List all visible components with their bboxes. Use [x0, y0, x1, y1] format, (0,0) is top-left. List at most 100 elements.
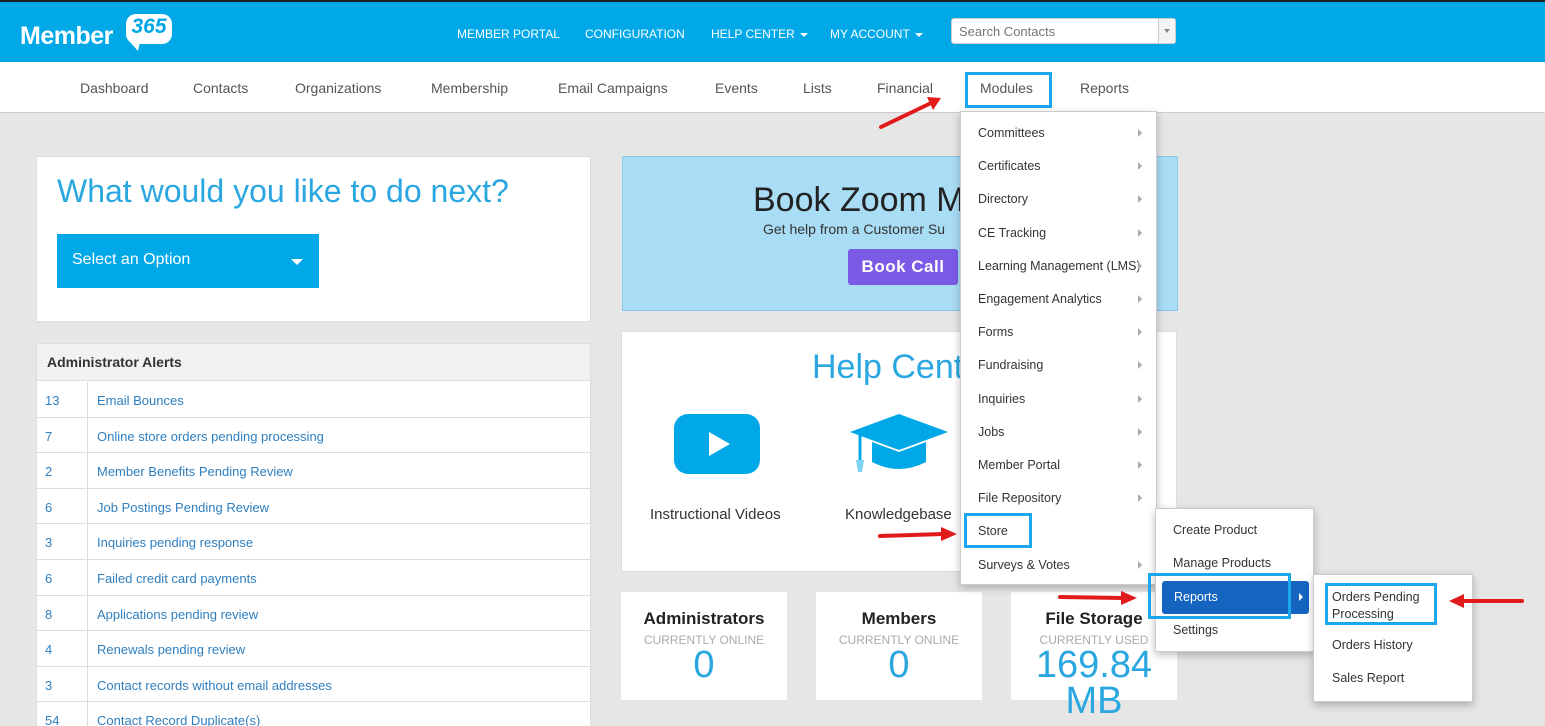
column-divider	[87, 560, 88, 595]
menu-item-inquiries[interactable]: Inquiries	[961, 383, 1156, 416]
menu-item-forms[interactable]: Forms	[961, 316, 1156, 349]
store-highlight-box	[964, 513, 1032, 548]
chevron-right-icon	[1299, 592, 1303, 601]
knowledgebase-link[interactable]: Knowledgebase	[845, 506, 952, 523]
nav-member-portal[interactable]: MEMBER PORTAL	[457, 27, 560, 41]
tab-membership[interactable]: Membership	[431, 80, 508, 96]
alert-link[interactable]: Online store orders pending processing	[97, 429, 324, 444]
stat-value: 0	[693, 644, 715, 686]
menu-item-label: Manage Products	[1173, 556, 1271, 571]
next-action-card: What would you like to do next? Select a…	[36, 156, 591, 322]
tab-contacts[interactable]: Contacts	[193, 80, 248, 96]
alert-link[interactable]: Failed credit card payments	[97, 571, 257, 586]
menu-item-jobs[interactable]: Jobs	[961, 416, 1156, 449]
alert-row[interactable]: 3 Contact records without email addresses	[37, 666, 590, 703]
graduation-cap-icon[interactable]	[848, 412, 950, 476]
annotation-arrow-icon	[879, 97, 941, 129]
menu-item-certificates[interactable]: Certificates	[961, 150, 1156, 183]
chevron-down-icon	[291, 259, 303, 265]
alert-link[interactable]: Member Benefits Pending Review	[97, 464, 293, 479]
modules-highlight-box	[965, 72, 1052, 108]
instructional-videos-link[interactable]: Instructional Videos	[650, 506, 781, 523]
alert-link[interactable]: Contact records without email addresses	[97, 678, 332, 693]
menu-item-file-repository[interactable]: File Repository	[961, 482, 1156, 515]
menu-item-ce-tracking[interactable]: CE Tracking	[961, 217, 1156, 250]
menu-item-surveys-votes[interactable]: Surveys & Votes	[961, 549, 1156, 582]
alert-link[interactable]: Renewals pending review	[97, 642, 245, 657]
menu-item-committees[interactable]: Committees	[961, 117, 1156, 150]
alert-row[interactable]: 2 Member Benefits Pending Review	[37, 453, 590, 489]
chevron-right-icon	[1138, 361, 1142, 370]
zoom-banner-subtitle: Get help from a Customer Su	[763, 221, 946, 237]
search-contacts	[951, 18, 1176, 44]
nav-configuration[interactable]: CONFIGURATION	[585, 27, 685, 41]
menu-item-label: Committees	[978, 126, 1045, 140]
menu-item-label: Learning Management (LMS)	[978, 258, 1141, 273]
menu-item-directory[interactable]: Directory	[961, 183, 1156, 216]
nav-help-center[interactable]: HELP CENTER	[711, 27, 808, 41]
alert-row[interactable]: 54 Contact Record Duplicate(s)	[37, 702, 590, 726]
chevron-right-icon	[1138, 228, 1142, 237]
menu-item-engagement-analytics[interactable]: Engagement Analytics	[961, 283, 1156, 316]
menu-item-create-product[interactable]: Create Product	[1156, 514, 1313, 547]
menu-item-label: Forms	[978, 325, 1014, 340]
orders-pending-highlight-box	[1325, 583, 1437, 625]
help-center-title: Help Cente	[812, 348, 983, 386]
alert-link[interactable]: Email Bounces	[97, 393, 184, 408]
stat-title: Members	[861, 609, 937, 628]
alert-row[interactable]: 4 Renewals pending review	[37, 631, 590, 667]
alert-row[interactable]: 6 Job Postings Pending Review	[37, 488, 590, 525]
alert-link[interactable]: Applications pending review	[97, 607, 258, 622]
menu-item-orders-history[interactable]: Orders History	[1314, 638, 1472, 652]
select-option-label: Select an Option	[72, 251, 191, 268]
menu-item-label: Jobs	[978, 424, 1005, 439]
alert-row[interactable]: 6 Failed credit card payments	[37, 560, 590, 596]
search-input[interactable]	[952, 19, 1159, 43]
alert-count: 3	[45, 677, 53, 693]
column-divider	[87, 453, 88, 488]
alert-count: 2	[45, 464, 53, 480]
stat-title: Administrators	[643, 609, 765, 628]
administrators-stat: Administrators CURRENTLY ONLINE 0	[621, 592, 787, 700]
menu-item-label: CE Tracking	[978, 225, 1047, 240]
play-icon[interactable]	[674, 414, 760, 474]
alert-link[interactable]: Contact Record Duplicate(s)	[97, 713, 260, 726]
chevron-right-icon	[1138, 461, 1142, 469]
alert-count: 4	[45, 642, 53, 658]
tab-events[interactable]: Events	[715, 80, 758, 96]
menu-item-label: Surveys & Votes	[978, 557, 1070, 572]
members-stat: Members CURRENTLY ONLINE 0	[816, 592, 982, 700]
reports-highlight-box	[1148, 573, 1291, 619]
select-option-dropdown[interactable]: Select an Option	[57, 234, 319, 288]
chevron-right-icon	[1138, 295, 1142, 303]
menu-item-fundraising[interactable]: Fundraising	[961, 349, 1156, 382]
alert-link[interactable]: Job Postings Pending Review	[97, 500, 269, 515]
menu-item-label: Certificates	[978, 159, 1041, 174]
alert-count: 54	[45, 713, 60, 726]
nav-my-account[interactable]: MY ACCOUNT	[830, 27, 923, 41]
menu-item-member-portal[interactable]: Member Portal	[961, 449, 1156, 482]
book-call-button[interactable]: Book Call	[848, 249, 958, 285]
tab-organizations[interactable]: Organizations	[295, 80, 381, 96]
main-nav-bar: Dashboard Contacts Organizations Members…	[0, 62, 1545, 113]
alert-link[interactable]: Inquiries pending response	[97, 535, 253, 550]
tab-dashboard[interactable]: Dashboard	[80, 80, 149, 96]
alert-row[interactable]: 3 Inquiries pending response	[37, 524, 590, 560]
menu-item-learning-management-lms[interactable]: Learning Management (LMS)	[961, 250, 1156, 283]
chevron-right-icon	[1138, 494, 1142, 503]
search-dropdown-icon[interactable]	[1158, 19, 1175, 43]
alert-count: 6	[45, 499, 53, 515]
column-divider	[87, 666, 88, 702]
tab-lists[interactable]: Lists	[803, 80, 832, 96]
tab-email-campaigns[interactable]: Email Campaigns	[558, 80, 668, 96]
tab-reports[interactable]: Reports	[1080, 80, 1129, 96]
top-header-bar: Member 365 MEMBER PORTAL CONFIGURATION H…	[0, 0, 1545, 62]
chevron-right-icon	[1138, 427, 1142, 436]
alert-row[interactable]: 13 Email Bounces	[37, 382, 590, 418]
alert-row[interactable]: 7 Online store orders pending processing	[37, 417, 590, 454]
annotation-arrow-icon	[1449, 594, 1524, 608]
nav-help-center-label: HELP CENTER	[711, 27, 795, 41]
menu-item-label: Settings	[1173, 622, 1219, 637]
menu-item-sales-report[interactable]: Sales Report	[1314, 671, 1472, 685]
alert-row[interactable]: 8 Applications pending review	[37, 595, 590, 632]
